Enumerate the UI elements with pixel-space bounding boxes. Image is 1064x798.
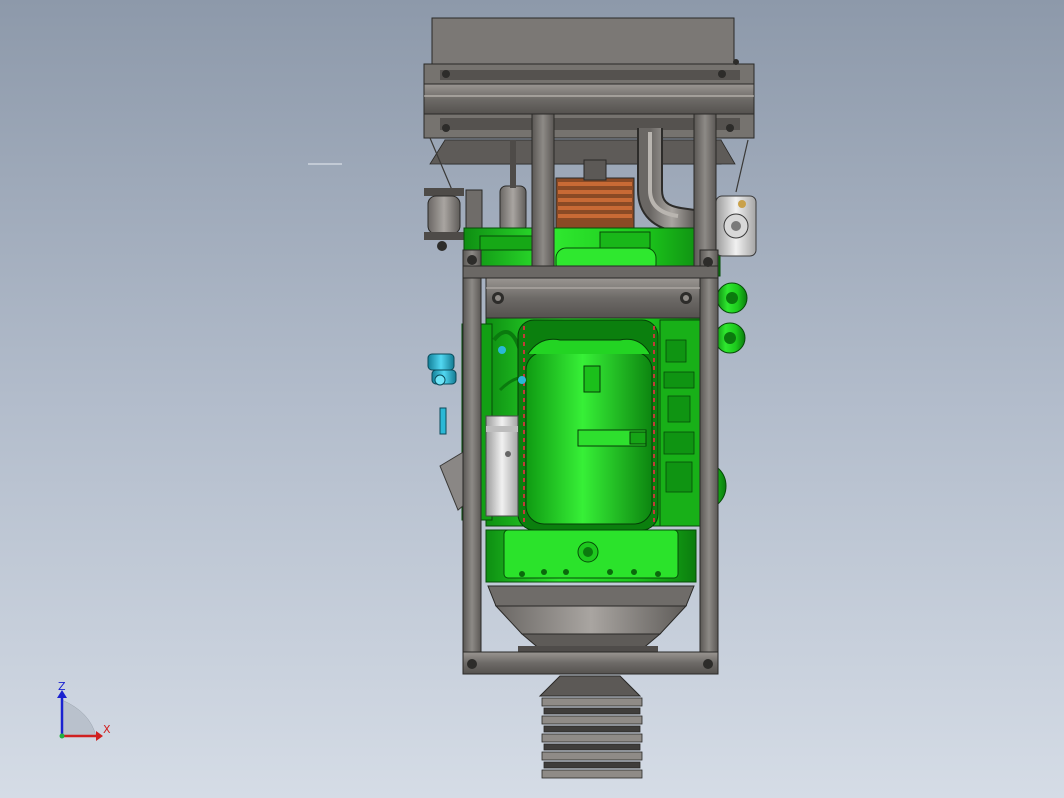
reference-triad: Z X: [57, 680, 111, 741]
cad-graphics-area[interactable]: Z X: [0, 0, 1064, 798]
triad-x-label: X: [103, 723, 111, 736]
triad-x-arrow: [96, 731, 103, 741]
triad-z-label: Z: [58, 680, 66, 693]
triad-origin: [59, 733, 65, 739]
triad-y-plane: [61, 699, 97, 737]
